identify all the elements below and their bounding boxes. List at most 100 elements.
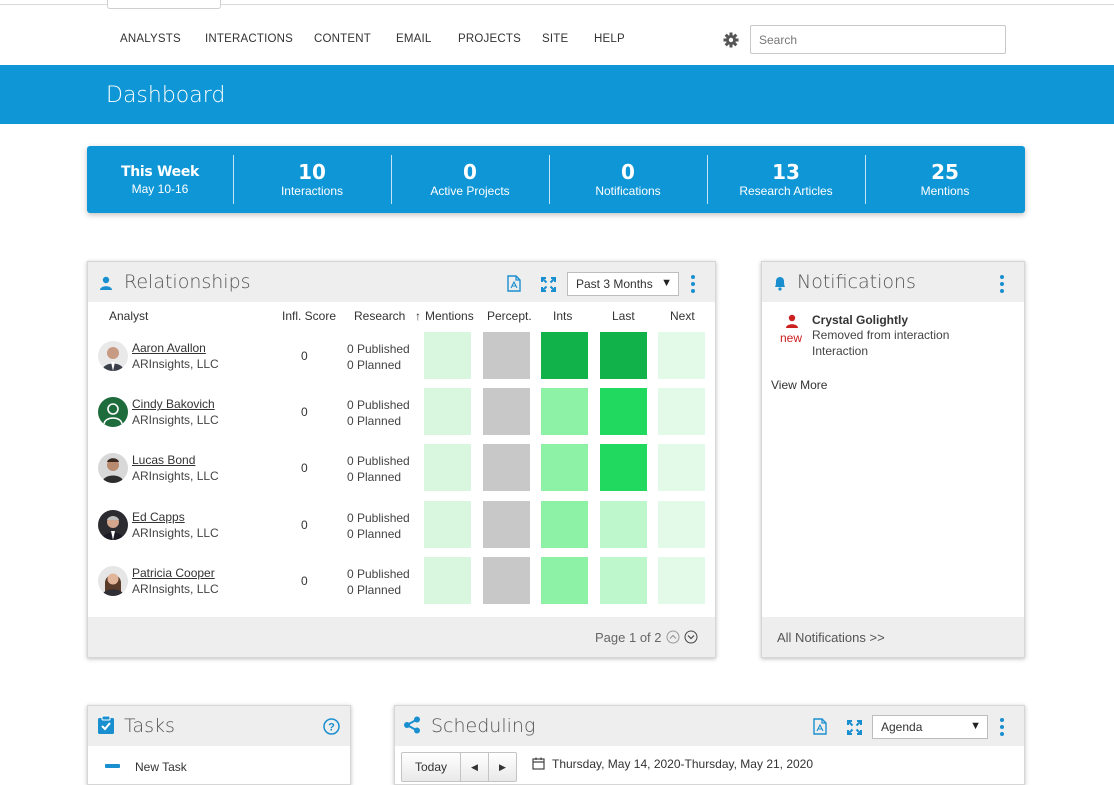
nav-projects[interactable]: PROJECTS — [458, 33, 521, 45]
mentions-cell[interactable] — [424, 388, 471, 435]
avatar — [98, 510, 128, 540]
stat-value: 10 — [298, 160, 326, 184]
ints-cell[interactable] — [541, 332, 588, 379]
col-analyst[interactable]: Analyst — [109, 309, 148, 323]
stat-interactions[interactable]: 10 Interactions — [233, 146, 391, 213]
last-cell[interactable] — [600, 332, 647, 379]
next-cell[interactable] — [658, 501, 705, 548]
col-infl-score[interactable]: Infl. Score — [282, 309, 336, 323]
last-cell[interactable] — [600, 557, 647, 604]
mentions-cell[interactable] — [424, 557, 471, 604]
analyst-name-link[interactable]: Lucas Bond — [132, 453, 195, 467]
analyst-org: ARInsights, LLC — [132, 582, 219, 596]
analyst-org: ARInsights, LLC — [132, 526, 219, 540]
prev-button[interactable]: ◀ — [460, 752, 489, 782]
nav-email[interactable]: EMAIL — [396, 33, 432, 45]
infl-score: 0 — [301, 574, 308, 588]
col-research[interactable]: Research — [354, 309, 405, 323]
col-ints[interactable]: Ints — [553, 309, 572, 323]
view-select[interactable]: Agenda ▼ — [872, 715, 988, 739]
nav-content[interactable]: CONTENT — [314, 33, 371, 45]
relationships-panel: Relationships Past 3 Months ▼ Analyst In… — [87, 261, 716, 658]
today-button[interactable]: Today — [401, 752, 461, 782]
analyst-org: ARInsights, LLC — [132, 357, 219, 371]
calendar-icon — [532, 757, 545, 770]
range-select[interactable]: Past 3 Months ▼ — [567, 272, 679, 296]
nav-site[interactable]: SITE — [542, 33, 568, 45]
more-options-icon[interactable] — [690, 275, 696, 293]
next-cell[interactable] — [658, 557, 705, 604]
view-more-link[interactable]: View More — [771, 378, 827, 392]
analyst-name-link[interactable]: Cindy Bakovich — [132, 397, 215, 411]
gear-icon[interactable] — [723, 32, 739, 48]
nav-interactions[interactable]: INTERACTIONS — [205, 33, 293, 45]
analyst-name-link[interactable]: Ed Capps — [132, 510, 185, 524]
more-options-icon[interactable] — [999, 275, 1005, 293]
bell-icon — [775, 277, 785, 291]
perception-cell[interactable] — [483, 332, 530, 379]
stat-research-articles[interactable]: 13 Research Articles — [707, 146, 865, 213]
analyst-name-link[interactable]: Patricia Cooper — [132, 566, 215, 580]
stat-notifications[interactable]: 0 Notifications — [549, 146, 707, 213]
notifications-title: Notifications — [797, 271, 916, 293]
expand-icon[interactable] — [540, 276, 557, 293]
next-cell[interactable] — [658, 444, 705, 491]
logo-tab[interactable] — [107, 0, 221, 9]
col-last[interactable]: Last — [612, 309, 635, 323]
page-title: Dashboard — [106, 83, 226, 108]
col-mentions[interactable]: Mentions — [425, 309, 474, 323]
last-cell[interactable] — [600, 501, 647, 548]
avatar — [98, 397, 128, 427]
chevron-down-circle-icon[interactable] — [684, 630, 698, 644]
stat-this-week: This Week May 10-16 — [87, 146, 233, 213]
all-notifications-link[interactable]: All Notifications >> — [777, 630, 885, 645]
chevron-up-circle-icon[interactable] — [666, 630, 680, 644]
col-next[interactable]: Next — [670, 309, 695, 323]
research-counts: 0 Published 0 Planned — [347, 342, 410, 372]
search-input[interactable] — [750, 25, 1006, 54]
stat-value: 13 — [772, 160, 800, 184]
next-cell[interactable] — [658, 388, 705, 435]
help-icon[interactable]: ? — [323, 718, 340, 735]
stat-value: 25 — [931, 160, 959, 184]
stat-active-projects[interactable]: 0 Active Projects — [391, 146, 549, 213]
next-button[interactable]: ▶ — [488, 752, 517, 782]
perception-cell[interactable] — [483, 388, 530, 435]
last-cell[interactable] — [600, 444, 647, 491]
pdf-icon[interactable] — [813, 718, 827, 735]
new-task-link[interactable]: New Task — [135, 760, 187, 774]
perception-cell[interactable] — [483, 557, 530, 604]
perception-cell[interactable] — [483, 501, 530, 548]
stat-label: Notifications — [595, 184, 661, 198]
nav-help[interactable]: HELP — [594, 33, 625, 45]
infl-score: 0 — [301, 518, 308, 532]
last-cell[interactable] — [600, 388, 647, 435]
analyst-name-link[interactable]: Aaron Avallon — [132, 341, 206, 355]
stat-label: Research Articles — [739, 184, 833, 198]
mentions-cell[interactable] — [424, 501, 471, 548]
task-add-icon[interactable] — [105, 764, 120, 768]
stat-week-range: May 10-16 — [131, 182, 189, 196]
pdf-icon[interactable] — [507, 275, 521, 292]
avatar — [98, 453, 128, 483]
stat-mentions[interactable]: 25 Mentions — [865, 146, 1025, 213]
ints-cell[interactable] — [541, 444, 588, 491]
perception-cell[interactable] — [483, 444, 530, 491]
ints-cell[interactable] — [541, 557, 588, 604]
relationships-footer: Page 1 of 2 — [88, 617, 715, 657]
expand-icon[interactable] — [846, 719, 863, 736]
mentions-cell[interactable] — [424, 332, 471, 379]
nav-analysts[interactable]: ANALYSTS — [120, 33, 181, 45]
col-perception[interactable]: Percept. — [487, 309, 532, 323]
stat-label: Mentions — [920, 184, 970, 198]
ints-cell[interactable] — [541, 501, 588, 548]
ints-cell[interactable] — [541, 388, 588, 435]
mentions-cell[interactable] — [424, 444, 471, 491]
more-options-icon[interactable] — [999, 718, 1005, 736]
next-cell[interactable] — [658, 332, 705, 379]
notification-text: Removed from interaction — [812, 328, 950, 342]
chevron-down-icon: ▼ — [661, 277, 672, 289]
scheduling-title: Scheduling — [431, 715, 536, 737]
chevron-down-icon: ▼ — [970, 720, 981, 732]
notification-name: Crystal Golightly — [812, 313, 909, 327]
